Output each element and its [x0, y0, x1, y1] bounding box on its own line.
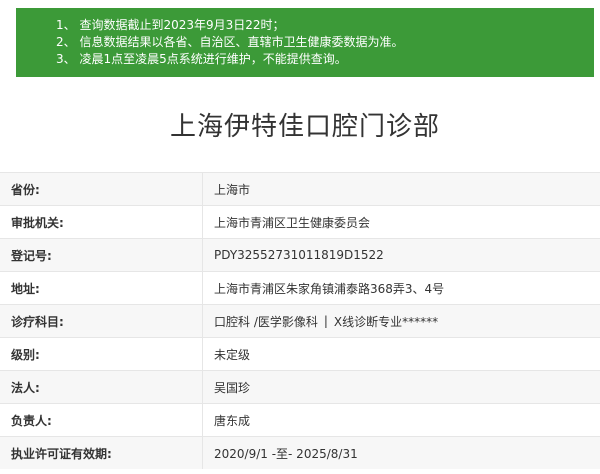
- notice-line: 1、 查询数据截止到2023年9月3日22时；: [56, 18, 285, 32]
- title-section: 上海伊特佳口腔门诊部: [16, 78, 594, 158]
- info-table: 省份: 上海市 审批机关: 上海市青浦区卫生健康委员会 登记号: PDY3255…: [0, 172, 600, 469]
- page-title: 上海伊特佳口腔门诊部: [169, 111, 440, 142]
- subject-separator: |: [323, 314, 328, 328]
- table-row: 法人: 吴国珍: [0, 370, 600, 403]
- table-row: 级别: 未定级: [0, 337, 600, 370]
- subject-secondary: X线诊断专业******: [333, 314, 439, 329]
- notice-line: 2、 信息数据结果以各省、自治区、直辖市卫生健康委数据为准。: [56, 35, 404, 49]
- row-value: 上海市: [202, 173, 600, 205]
- row-label: 登记号:: [11, 248, 52, 263]
- notice-line: 3、 凌晨1点至凌晨5点系统进行维护，不能提供查询。: [56, 52, 347, 66]
- table-row: 地址: 上海市青浦区朱家角镇浦泰路368弄3、4号: [0, 271, 600, 304]
- row-label: 地址:: [11, 281, 40, 296]
- row-label: 级别:: [11, 347, 40, 362]
- table-row: 诊疗科目: 口腔科 /医学影像科 | X线诊断专业******: [0, 304, 600, 337]
- row-label: 诊疗科目:: [11, 314, 64, 329]
- row-value: 唐东成: [202, 404, 600, 436]
- row-value: 未定级: [202, 338, 600, 370]
- row-value: 上海市青浦区卫生健康委员会: [202, 206, 600, 238]
- row-value: 上海市青浦区朱家角镇浦泰路368弄3、4号: [202, 272, 600, 304]
- subject-primary: 口腔科 /医学影像科: [214, 314, 318, 329]
- row-value: 2020/9/1 -至- 2025/8/31: [202, 437, 600, 469]
- row-label: 法人:: [11, 380, 40, 395]
- table-row: 负责人: 唐东成: [0, 403, 600, 436]
- row-label: 执业许可证有效期:: [11, 446, 112, 461]
- row-label: 省份:: [11, 182, 40, 197]
- row-value: 吴国珍: [202, 371, 600, 403]
- table-row: 审批机关: 上海市青浦区卫生健康委员会: [0, 205, 600, 238]
- row-label: 负责人:: [11, 413, 52, 428]
- row-value: 口腔科 /医学影像科 | X线诊断专业******: [202, 305, 600, 337]
- table-row: 执业许可证有效期: 2020/9/1 -至- 2025/8/31: [0, 436, 600, 469]
- notice-banner: 1、 查询数据截止到2023年9月3日22时； 2、 信息数据结果以各省、自治区…: [16, 8, 594, 77]
- table-row: 省份: 上海市: [0, 172, 600, 205]
- row-value: PDY32552731011819D1522: [202, 239, 600, 271]
- table-row: 登记号: PDY32552731011819D1522: [0, 238, 600, 271]
- row-label: 审批机关:: [11, 215, 64, 230]
